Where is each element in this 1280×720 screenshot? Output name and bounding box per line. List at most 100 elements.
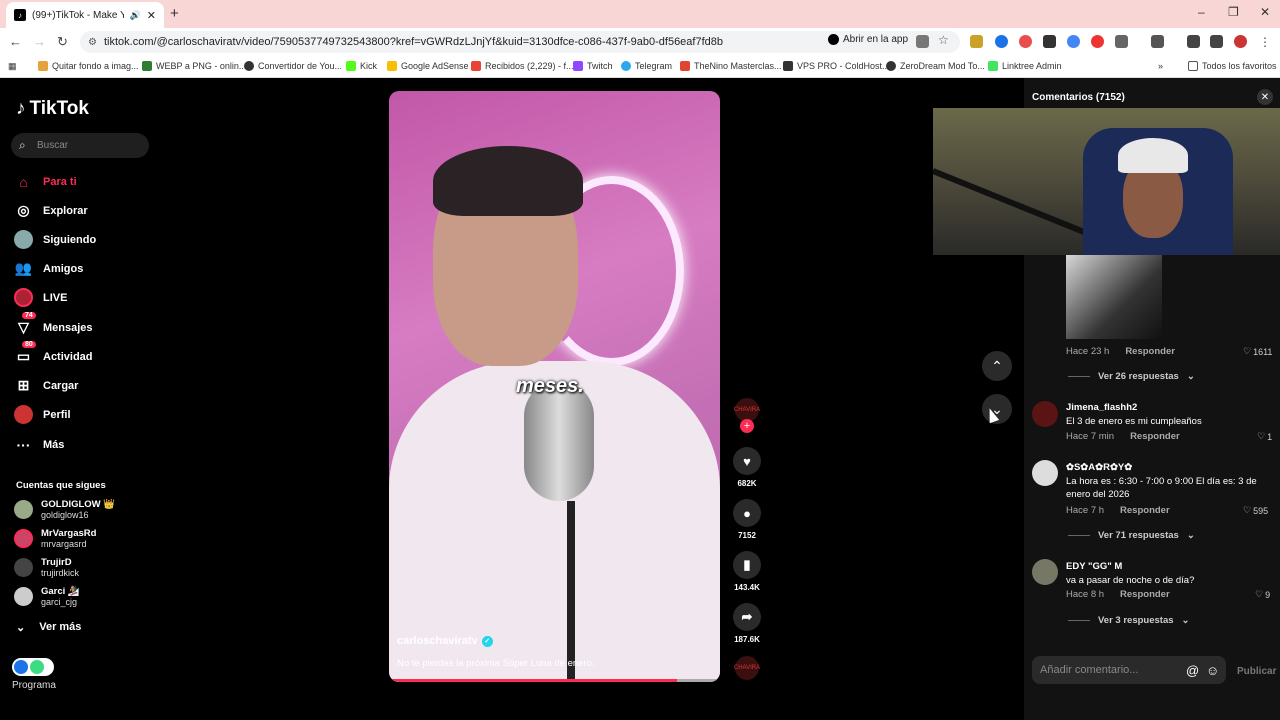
bookmark-icon: ▮ [733,551,761,579]
program-widget[interactable]: Programa [12,658,56,691]
comment-avatar[interactable] [1032,460,1058,486]
reload-icon[interactable]: ↻ [57,34,68,50]
tiktok-logo[interactable]: ♪ TikTok [16,98,89,120]
following-section-title: Cuentas que sigues [16,480,106,491]
comments-header: Comentarios (7152) [1032,92,1125,103]
close-comments-button[interactable]: ✕ [1257,89,1273,105]
comment-username[interactable]: Jimena_flashh2 [1066,402,1137,413]
view-replies-button[interactable]: Ver 3 respuestas ⌄ [1068,615,1190,626]
speaker-icon[interactable]: 🔊 [130,10,141,21]
more-bookmarks-icon[interactable]: » [1158,61,1163,71]
kick-icon [346,61,356,71]
reply-button[interactable]: Responder [1125,346,1175,357]
chevron-down-icon: ⌄ [16,622,26,634]
heart-outline-icon: ♡ [1243,346,1252,356]
home-icon: ⌂ [19,173,28,190]
view-replies-button[interactable]: Ver 26 respuestas ⌄ [1068,371,1195,382]
comment-input[interactable]: Añadir comentario... @ ☺ [1032,656,1226,684]
save-button[interactable]: ▮ 143.4K [733,551,761,592]
comment-avatar[interactable] [1032,559,1058,585]
close-tab-icon[interactable]: ✕ [147,9,156,22]
menu-icon[interactable]: ⋮ [1259,35,1272,49]
comment-like[interactable]: ♡ 9 [1255,589,1270,600]
comment-avatar[interactable] [1032,401,1058,427]
comment-like[interactable]: ♡ 595 [1243,505,1268,516]
nav-activity[interactable]: ▭ 80 Actividad [14,341,93,366]
apps-icon[interactable]: ▦ [8,61,17,72]
bookmark-item[interactable]: WEBP a PNG - onlin... [142,61,246,71]
translate-icon[interactable] [916,35,929,48]
all-bookmarks[interactable]: Todos los favoritos [1188,61,1277,71]
bookmark-item[interactable]: TheNino Masterclas... [680,61,782,71]
share-button[interactable]: ➦ 187.6K [733,603,761,644]
minimize-button[interactable]: – [1198,5,1205,19]
bookmark-item[interactable]: Telegram [621,61,672,71]
comment-like[interactable]: ♡ 1611 [1243,346,1272,357]
followed-account[interactable]: Garci 🏂 garci_cjg [14,586,80,607]
nav-explore[interactable]: ◎ Explorar [14,201,87,220]
extension-icon[interactable] [970,35,983,48]
star-icon[interactable]: ☆ [938,33,951,47]
profile-avatar-icon[interactable] [1234,35,1247,48]
follow-plus-icon[interactable]: + [740,419,754,433]
nav-more[interactable]: ··· Más [14,435,65,454]
comment-like[interactable]: ♡ 1 [1257,431,1272,442]
mention-icon[interactable]: @ [1186,663,1199,678]
sound-disc[interactable]: CHAVIRA [734,656,760,680]
reply-button[interactable]: Responder [1120,589,1170,600]
comment-image[interactable] [1066,255,1162,339]
video-progress-bar[interactable] [389,679,720,682]
open-in-app-button[interactable]: Abrir en la app [828,34,908,45]
bookmark-item[interactable]: Recibidos (2,229) - f... [471,61,574,71]
extension-icon[interactable] [1019,35,1032,48]
back-icon[interactable]: ← [9,34,22,49]
nav-live[interactable]: LIVE [14,288,67,307]
comment-button[interactable]: ● 7152 [733,499,761,540]
site-info-icon[interactable]: ⚙ [88,37,97,48]
adblock-icon[interactable] [1091,35,1104,48]
compass-icon: ◎ [17,202,30,218]
followed-account[interactable]: MrVargasRd mrvargasrd [14,528,96,549]
media-icon[interactable] [1210,35,1223,48]
like-button[interactable]: ♥ 682K [733,447,761,488]
publish-button[interactable]: Publicar [1237,666,1276,677]
search-input[interactable]: ⌕ Buscar [11,133,149,158]
bookmark-item[interactable]: Kick [346,61,377,71]
comment-username[interactable]: EDY "GG" M [1066,561,1122,572]
nav-for-you[interactable]: ⌂ Para ti [14,172,76,191]
restore-button[interactable]: ❐ [1228,5,1239,19]
bookmark-item[interactable]: Google AdSense [387,61,469,71]
bookmark-item[interactable]: ZeroDream Mod To... [886,61,985,71]
video-author[interactable]: carloschaviratv ✓ [397,635,493,647]
extension-icon[interactable] [1067,35,1080,48]
forward-icon[interactable]: → [33,34,46,49]
nav-messages[interactable]: ▽ 74 Mensajes [14,312,93,337]
followed-account[interactable]: TrujirD trujirdkick [14,557,79,578]
nav-following[interactable]: Siguiendo [14,230,96,249]
reply-button[interactable]: Responder [1130,431,1180,442]
puzzle-icon[interactable] [1115,35,1128,48]
nav-profile[interactable]: Perfil [14,405,71,424]
extension-icon[interactable] [995,35,1008,48]
bookmark-item[interactable]: VPS PRO - ColdHost... [783,61,890,71]
emoji-icon[interactable]: ☺ [1206,663,1219,678]
nav-friends[interactable]: 👥 Amigos [14,259,84,278]
download-icon[interactable] [1187,35,1200,48]
followed-account[interactable]: GOLDIGLOW 👑 goldiglow16 [14,499,115,520]
video-player[interactable]: meses. carloschaviratv ✓ No te pierdas l… [389,91,720,682]
bookmark-item[interactable]: Convertidor de You... [244,61,342,71]
view-replies-button[interactable]: Ver 71 respuestas ⌄ [1068,530,1195,541]
bookmark-item[interactable]: Linktree Admin [988,61,1062,71]
close-window-button[interactable]: ✕ [1260,5,1270,19]
previous-video-button[interactable]: ⌃ [982,351,1012,381]
browser-tab[interactable]: ♪ (99+)TikTok - Make Your Da 🔊 ✕ [6,2,164,28]
bookmark-item[interactable]: Twitch [573,61,613,71]
new-tab-button[interactable]: + [170,5,179,22]
bookmark-item[interactable]: Quitar fondo a imag... [38,61,139,71]
cast-icon[interactable] [1151,35,1164,48]
reply-button[interactable]: Responder [1120,505,1170,516]
see-more-button[interactable]: ⌄ Ver más [16,621,81,634]
extension-icon[interactable] [1043,35,1056,48]
comment-username[interactable]: ✿S✿A✿R✿Y✿ [1066,462,1132,473]
nav-upload[interactable]: ⊞ Cargar [14,376,79,395]
